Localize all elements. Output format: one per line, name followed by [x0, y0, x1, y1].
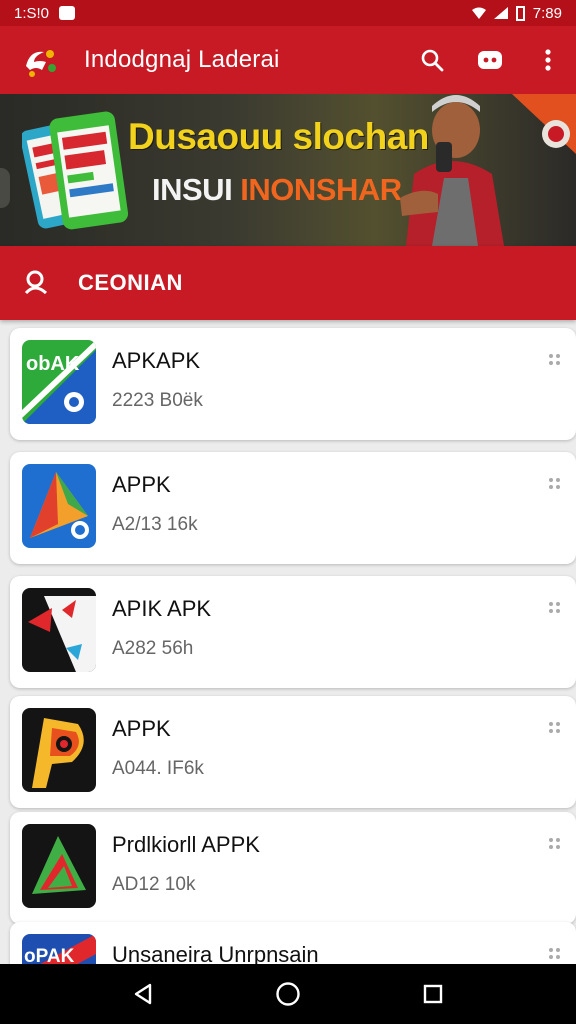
phone-illustration-icon — [22, 111, 129, 230]
list-item[interactable]: APIK APK A282 56h — [10, 576, 576, 688]
back-button[interactable] — [128, 979, 158, 1009]
app-name: APPK — [112, 472, 171, 497]
category-icon — [24, 270, 48, 295]
app-name: APPK — [112, 716, 171, 741]
banner-subheadline: INSUI INONSHAR — [152, 172, 402, 208]
app-meta: AD12 10k — [112, 874, 196, 895]
item-menu-icon[interactable] — [548, 476, 562, 492]
category-label: CEONIAN — [78, 270, 183, 295]
banner-sub-orange: INONSHAR — [240, 172, 402, 207]
status-bar: 1:S!0 7:89 — [0, 0, 576, 26]
item-menu-icon[interactable] — [548, 352, 562, 368]
status-time-right: 7:89 — [532, 4, 562, 22]
app-name: APKAPK — [112, 348, 201, 373]
discord-icon — [478, 51, 502, 69]
app-logo-icon — [26, 50, 56, 77]
promo-banner[interactable]: Dusaouu slochan INSUI INONSHAR — [0, 94, 576, 246]
battery-icon — [515, 5, 525, 21]
app-name: Prdlkiorll APPK — [112, 832, 260, 857]
svg-text:oPAK: oPAK — [24, 946, 75, 964]
item-menu-icon[interactable] — [548, 600, 562, 616]
search-button[interactable] — [418, 46, 446, 74]
app-bar: Indodgnaj Laderai — [0, 26, 576, 94]
overflow-menu-button[interactable] — [534, 46, 562, 74]
app-title: Indodgnaj Laderai — [84, 46, 280, 73]
list-item[interactable]: Prdlkiorll APPK AD12 10k — [10, 812, 576, 924]
item-menu-icon[interactable] — [548, 836, 562, 852]
item-menu-icon[interactable] — [548, 720, 562, 736]
category-header[interactable]: CEONIAN — [0, 246, 576, 320]
apk-red-blue-icon: oPAK — [22, 934, 96, 964]
app-meta: A282 56h — [112, 638, 194, 659]
apk-green-blue-icon: obAK — [22, 340, 96, 424]
cell-signal-icon — [493, 7, 508, 19]
app-name: APIK APK — [112, 596, 212, 621]
wifi-icon — [471, 7, 486, 19]
speaker-photo-icon — [400, 94, 576, 246]
banner-sub-white: INSUI — [152, 172, 241, 207]
banner-headline: Dusaouu slochan — [128, 116, 429, 157]
app-list[interactable]: obAK APKAPK 2223 B0ëk APPK A2/13 16k API… — [0, 320, 576, 964]
banner-scroll-handle[interactable] — [0, 168, 10, 208]
messenger-button[interactable] — [476, 46, 504, 74]
apk-blue-triangle-icon — [22, 464, 96, 548]
home-circle-icon — [276, 982, 300, 1006]
apk-orange-p-icon — [22, 708, 96, 792]
recents-square-icon — [424, 984, 443, 1004]
more-vert-icon — [545, 49, 551, 71]
recents-button[interactable] — [418, 979, 448, 1009]
home-button[interactable] — [273, 979, 303, 1009]
list-item[interactable]: obAK APKAPK 2223 B0ëk — [10, 328, 576, 440]
list-item[interactable]: oPAK Unsaneira Unrpnsain — [10, 922, 576, 964]
app-meta: A2/13 16k — [112, 514, 198, 535]
notification-icon — [59, 6, 76, 20]
list-item[interactable]: APPK A044. IF6k — [10, 696, 576, 808]
search-icon — [421, 49, 444, 72]
apk-green-red-icon — [22, 824, 96, 908]
apk-black-red-icon — [22, 588, 96, 672]
app-meta: 2223 B0ëk — [112, 390, 203, 411]
status-time-left: 1:S!0 — [14, 4, 50, 22]
app-name: Unsaneira Unrpnsain — [112, 942, 319, 964]
svg-text:obAK: obAK — [26, 353, 80, 375]
app-meta: A044. IF6k — [112, 758, 204, 779]
back-triangle-icon — [134, 983, 151, 1005]
system-nav-bar — [0, 964, 576, 1024]
list-item[interactable]: APPK A2/13 16k — [10, 452, 576, 564]
item-menu-icon[interactable] — [548, 946, 562, 962]
